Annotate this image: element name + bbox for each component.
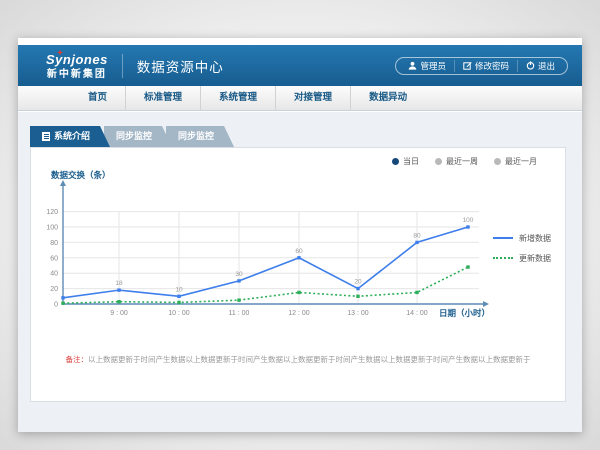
- footnote: 备注：以上数据更新于时间产生数据以上数据更新于时间产生数据以上数据更新于时间产生…: [31, 354, 565, 365]
- tab-system-intro[interactable]: 系统介绍: [30, 126, 110, 147]
- brand-logo-subtext: 新中新集团: [46, 70, 108, 80]
- svg-text:120: 120: [46, 209, 58, 216]
- nav-item-system-mgmt[interactable]: 系统管理: [200, 86, 275, 110]
- svg-text:12 : 00: 12 : 00: [288, 310, 310, 317]
- page-background: Synjones 新中新集团 数据资源中心 管理员: [0, 0, 600, 450]
- tab-sync-monitor-1[interactable]: 同步监控: [104, 126, 172, 147]
- legend-new-data-label: 新增数据: [519, 233, 551, 244]
- legend-line-solid-icon: [493, 237, 513, 239]
- svg-text:80: 80: [50, 240, 58, 247]
- header-divider: [122, 54, 123, 78]
- tab-system-intro-label: 系统介绍: [54, 126, 90, 147]
- svg-text:80: 80: [413, 232, 421, 239]
- nav-item-data-change[interactable]: 数据异动: [350, 86, 425, 110]
- tab-sync-monitor-1-label: 同步监控: [116, 126, 152, 147]
- svg-text:60: 60: [295, 248, 303, 255]
- footnote-text: 以上数据更新于时间产生数据以上数据更新于时间产生数据以上数据更新于时间产生数据以…: [88, 355, 531, 364]
- header-user-actions: 管理员 修改密码 退出: [395, 57, 568, 75]
- change-password-button[interactable]: 修改密码: [454, 60, 517, 72]
- legend-item-new-data[interactable]: 新增数据: [493, 232, 551, 244]
- edit-icon: [463, 61, 472, 70]
- legend-item-update-data[interactable]: 更新数据: [493, 252, 551, 264]
- brand-logo: Synjones 新中新集团: [46, 52, 108, 80]
- app-header: Synjones 新中新集团 数据资源中心 管理员: [18, 45, 582, 86]
- legend-line-dotted-icon: [493, 257, 513, 259]
- document-icon: [42, 132, 50, 141]
- svg-text:13 : 00: 13 : 00: [347, 310, 369, 317]
- current-user-button[interactable]: 管理员: [400, 60, 454, 72]
- svg-text:20: 20: [354, 279, 362, 286]
- nav-item-standard-mgmt[interactable]: 标准管理: [125, 86, 200, 110]
- power-icon: [526, 61, 535, 70]
- logout-button[interactable]: 退出: [517, 60, 563, 72]
- svg-text:20: 20: [50, 286, 58, 293]
- brand-logo-text: Synjones: [46, 53, 108, 66]
- svg-text:40: 40: [50, 271, 58, 278]
- logout-label: 退出: [538, 60, 555, 72]
- tab-bar: 系统介绍 同步监控 同步监控: [30, 126, 234, 147]
- svg-text:100: 100: [463, 217, 474, 224]
- svg-text:100: 100: [46, 225, 58, 232]
- svg-text:0: 0: [54, 302, 58, 309]
- svg-text:14 : 00: 14 : 00: [406, 310, 428, 317]
- content-area: 系统介绍 同步监控 同步监控 当日 最近一周: [18, 112, 582, 432]
- svg-text:18: 18: [115, 280, 123, 287]
- app-window: Synjones 新中新集团 数据资源中心 管理员: [18, 38, 582, 432]
- svg-text:10: 10: [175, 286, 183, 293]
- svg-text:30: 30: [235, 271, 243, 278]
- chart-panel: 当日 最近一周 最近一月 数据交换（条） 日期（小时） 020406080100…: [30, 147, 566, 402]
- legend-update-data-label: 更新数据: [519, 253, 551, 264]
- tab-sync-monitor-2-label: 同步监控: [178, 126, 214, 147]
- tab-sync-monitor-2[interactable]: 同步监控: [166, 126, 234, 147]
- svg-text:10 : 00: 10 : 00: [168, 310, 190, 317]
- svg-text:11 : 00: 11 : 00: [229, 310, 250, 317]
- chart-legend: 新增数据 更新数据: [493, 232, 551, 272]
- footnote-prefix: 备注：: [66, 355, 89, 364]
- user-icon: [408, 61, 417, 70]
- main-nav: 首页 标准管理 系统管理 对接管理 数据异动: [18, 86, 582, 111]
- svg-text:60: 60: [50, 255, 58, 262]
- svg-text:9 : 00: 9 : 00: [110, 310, 128, 317]
- nav-item-home[interactable]: 首页: [70, 86, 125, 110]
- change-password-label: 修改密码: [475, 60, 509, 72]
- current-user-label: 管理员: [420, 60, 446, 72]
- app-title: 数据资源中心: [137, 56, 224, 76]
- nav-item-interface-mgmt[interactable]: 对接管理: [275, 86, 350, 110]
